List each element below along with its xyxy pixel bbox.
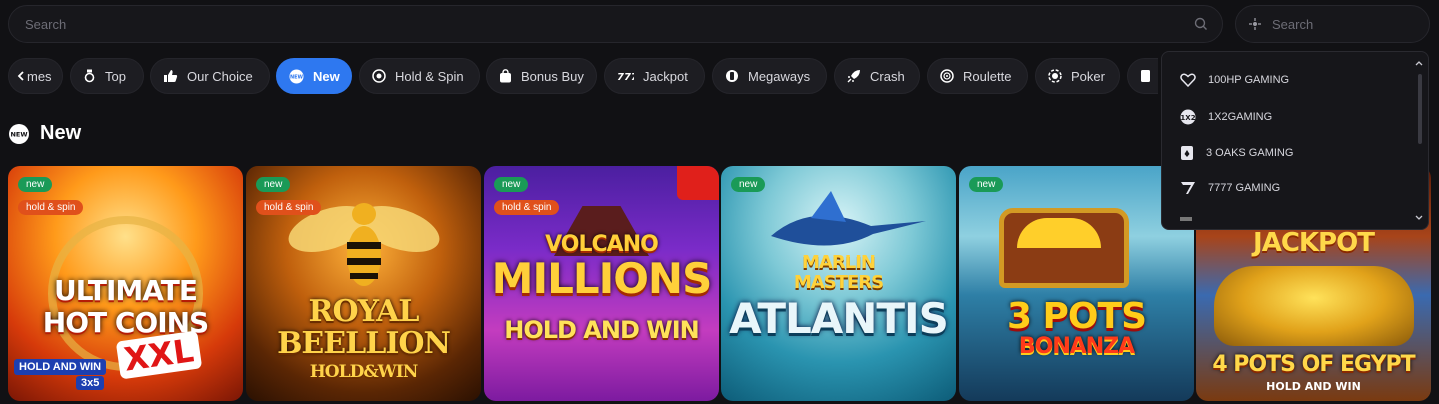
category-label: Hold & Spin — [395, 68, 464, 84]
provider-item[interactable]: 7777 GAMING — [1180, 181, 1280, 195]
chip-icon — [1048, 69, 1062, 83]
provider-item-partial — [1180, 217, 1192, 221]
game-title-line1: JACKPOT — [1253, 228, 1375, 258]
game-title-line2: HOT COINS — [42, 306, 209, 339]
new-badge: new — [18, 177, 53, 192]
provider-item[interactable]: 3 OAKS GAMING — [1180, 145, 1293, 161]
category-bar: mes Top Our Choice NEW New Hold & Spin B… — [8, 58, 1158, 94]
section-heading: NEW New — [8, 122, 81, 145]
svg-text:1X2: 1X2 — [1180, 114, 1195, 122]
game-title-line2: MILLIONS — [491, 254, 713, 303]
new-badge: new — [731, 177, 766, 192]
category-chip-games[interactable]: mes — [8, 58, 63, 94]
game-search-bar[interactable] — [8, 5, 1223, 43]
svg-text:NEW: NEW — [10, 130, 27, 138]
hold-spin-badge: hold & spin — [256, 200, 322, 215]
new-badge: new — [256, 177, 291, 192]
game-reels: 3x5 — [76, 376, 105, 390]
new-badge-icon: NEW — [289, 69, 304, 84]
category-label: Poker — [1071, 68, 1105, 84]
rocket-icon — [847, 69, 861, 83]
game-title-line2: BEELLION — [277, 326, 451, 361]
megaways-icon — [725, 69, 739, 83]
category-chip-megaways[interactable]: Megaways — [712, 58, 827, 94]
provider-dropdown[interactable]: 100HP GAMING 1X2 1X2GAMING 3 OAKS GAMING… — [1161, 51, 1429, 230]
search-input[interactable] — [23, 15, 1194, 33]
game-title-line1: 3 POTS — [1006, 296, 1147, 337]
category-chip-more[interactable] — [1127, 58, 1158, 94]
hold-spin-badge: hold & spin — [494, 200, 560, 215]
svg-text:777: 777 — [617, 72, 634, 82]
category-chip-top[interactable]: Top — [70, 58, 144, 94]
category-label: Roulette — [963, 68, 1012, 84]
game-title-line1: MARLIN — [802, 252, 876, 273]
search-icon[interactable] — [1194, 17, 1208, 31]
section-title: New — [40, 122, 82, 144]
card-icon — [1140, 69, 1151, 83]
game-title-line1: ULTIMATE — [53, 274, 198, 307]
svg-text:NEW: NEW — [290, 74, 304, 80]
provider-item[interactable]: 100HP GAMING — [1180, 73, 1289, 87]
game-title-line2: MASTERS — [793, 272, 884, 293]
category-chip-our-choice[interactable]: Our Choice — [150, 58, 270, 94]
category-chip-crash[interactable]: Crash — [834, 58, 920, 94]
provider-name: 3 OAKS GAMING — [1206, 147, 1294, 159]
provider-name: 1X2GAMING — [1208, 111, 1273, 123]
category-chip-jackpot[interactable]: 777 Jackpot — [604, 58, 705, 94]
category-label: Megaways — [748, 68, 811, 84]
gold-pots — [1214, 266, 1414, 346]
category-chip-bonus-buy[interactable]: Bonus Buy — [486, 58, 597, 94]
category-chip-new[interactable]: NEW New — [276, 58, 352, 94]
category-chip-poker[interactable]: Poker — [1035, 58, 1120, 94]
1x2-icon: 1X2 — [1180, 109, 1196, 125]
provider-search-input[interactable] — [1270, 15, 1439, 33]
category-label: mes — [27, 68, 52, 84]
thumbs-up-icon — [163, 69, 178, 83]
provider-item[interactable]: 1X2 1X2GAMING — [1180, 109, 1272, 125]
game-card-marlin-masters-atlantis[interactable]: MARLIN MASTERS ATLANTIS new — [721, 166, 956, 401]
game-title-line1: ROYAL — [308, 294, 420, 329]
provider-logo — [677, 166, 719, 200]
game-subtitle: HOLD AND WIN — [504, 316, 699, 344]
game-card-3-pots-bonanza[interactable]: 3 POTS BONANZA new — [959, 166, 1194, 401]
card-icon — [1180, 145, 1194, 161]
game-subtitle: ATLANTIS — [729, 294, 949, 343]
game-subtitle: HOLD AND WIN — [1266, 380, 1361, 393]
chevron-left-icon[interactable] — [17, 71, 24, 81]
roulette-icon — [940, 69, 954, 83]
category-label: Top — [105, 68, 126, 84]
game-card-ultimate-hot-coins[interactable]: ULTIMATE HOT COINS HOLD AND WIN XXL 3x5 … — [8, 166, 243, 401]
provider-search[interactable] — [1235, 5, 1439, 43]
777-icon: 777 — [617, 70, 634, 82]
game-card-royal-beellion[interactable]: ROYAL BEELLION HOLD&WIN new hold & spin — [246, 166, 481, 401]
game-subtitle: HOLD&WIN — [309, 362, 419, 382]
category-label: New — [313, 68, 340, 84]
scroll-up-icon[interactable] — [1415, 60, 1423, 66]
new-badge: new — [969, 177, 1004, 192]
hold-spin-badge: hold & spin — [18, 200, 84, 215]
bag-icon — [499, 69, 512, 83]
new-badge: new — [494, 177, 529, 192]
game-card-volcano-millions[interactable]: VOLCANO MILLIONS HOLD AND WIN new hold &… — [484, 166, 719, 401]
category-label: Our Choice — [187, 68, 253, 84]
category-label: Bonus Buy — [521, 68, 584, 84]
category-chip-hold-spin[interactable]: Hold & Spin — [359, 58, 480, 94]
scrollbar-thumb[interactable] — [1418, 74, 1422, 144]
provider-name: 100HP GAMING — [1208, 74, 1290, 86]
game-title-line2: 4 POTS OF EGYPT — [1212, 352, 1415, 377]
provider-icon — [1248, 17, 1262, 31]
game-subtitle: HOLD AND WIN — [14, 359, 107, 375]
medal-icon — [83, 69, 96, 83]
category-label: Jackpot — [643, 68, 688, 84]
coin-icon — [372, 69, 386, 83]
seven-icon — [1180, 181, 1196, 195]
heart-icon — [1180, 73, 1196, 87]
category-label: Crash — [870, 68, 905, 84]
new-badge-icon: NEW — [8, 123, 30, 145]
category-chip-roulette[interactable]: Roulette — [927, 58, 1028, 94]
game-title-line2: BONANZA — [1018, 334, 1135, 359]
scroll-down-icon[interactable] — [1415, 215, 1423, 221]
provider-name: 7777 GAMING — [1208, 182, 1281, 194]
